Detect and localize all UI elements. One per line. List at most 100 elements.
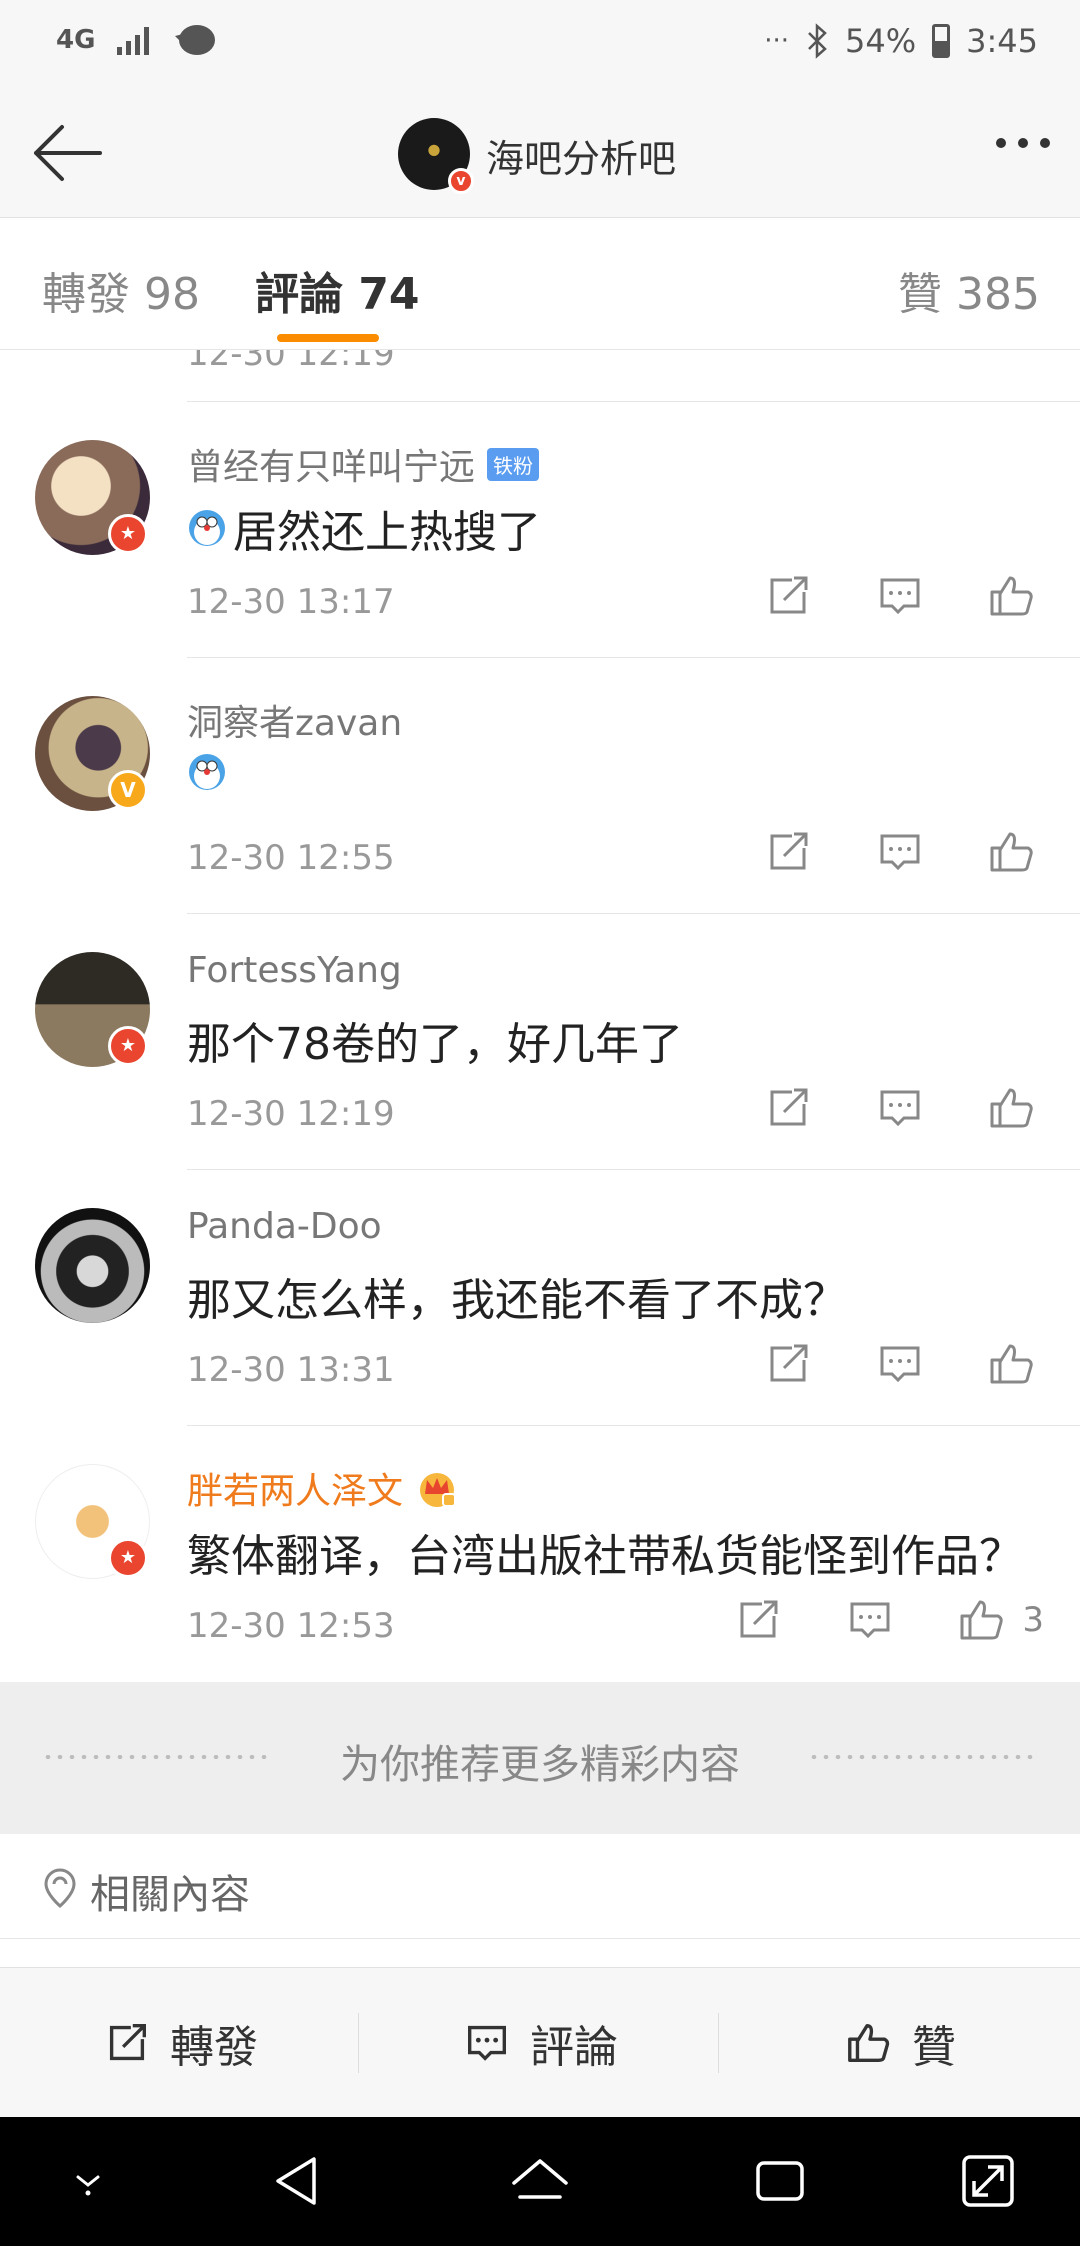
comment-actions bbox=[680, 826, 1080, 886]
comment-time: 12-30 12:19 bbox=[187, 350, 395, 374]
comment-time: 12-30 13:31 bbox=[187, 1350, 395, 1390]
list-item-partial: 12-30 12:19 bbox=[187, 350, 1080, 402]
back-triangle-icon[interactable] bbox=[264, 2145, 336, 2217]
comment-username[interactable]: FortessYang bbox=[187, 950, 402, 991]
comment-username[interactable]: 胖若两人泽文 bbox=[187, 1462, 459, 1514]
comment-item[interactable]: V 洞察者zavan 12-30 12:55 bbox=[0, 658, 1080, 914]
username-text[interactable]: 洞察者zavan bbox=[187, 694, 402, 746]
comment-item[interactable]: ★ 曾经有只咩叫宁远 铁粉 居然还上热搜了 12-30 13:17 bbox=[0, 402, 1080, 658]
home-icon[interactable] bbox=[504, 2145, 576, 2217]
bluetooth-icon bbox=[808, 23, 827, 59]
username-text[interactable]: 曾经有只咩叫宁远 bbox=[187, 438, 475, 490]
comment-actions: 3 bbox=[680, 1594, 1080, 1654]
reply-icon[interactable] bbox=[874, 826, 926, 878]
verified-badge-icon: ★ bbox=[108, 514, 148, 554]
repost-button[interactable]: 轉發 bbox=[0, 1968, 360, 2118]
repost-icon[interactable] bbox=[762, 826, 814, 878]
like-icon[interactable] bbox=[986, 826, 1038, 878]
notification-bird-icon bbox=[175, 25, 216, 55]
fan-badge: 铁粉 bbox=[487, 447, 540, 481]
related-content-row[interactable]: 相關內容 bbox=[0, 1834, 1080, 1939]
comment-time: 12-30 13:17 bbox=[187, 582, 395, 622]
system-nav-bar bbox=[0, 2117, 1080, 2246]
comment-content bbox=[187, 752, 227, 792]
like-label: 贊 bbox=[912, 2022, 956, 2073]
account-avatar[interactable]: v bbox=[398, 118, 474, 194]
comment-username[interactable]: Panda-Doo bbox=[187, 1206, 382, 1247]
verified-badge-icon: ★ bbox=[108, 1538, 148, 1578]
comment-text: 居然还上热搜了 bbox=[233, 507, 541, 558]
active-tab-indicator bbox=[277, 334, 379, 342]
doraemon-emoji-icon bbox=[189, 754, 225, 790]
comment-text: 繁体翻译，台湾出版社带私货能怪到作品？ bbox=[187, 1531, 1023, 1582]
verified-badge-icon: V bbox=[108, 770, 148, 810]
more-options-icon[interactable] bbox=[996, 138, 1050, 148]
network-type: 4G bbox=[56, 25, 96, 55]
divider bbox=[718, 2013, 719, 2073]
repost-icon bbox=[109, 2024, 146, 2061]
battery-icon bbox=[932, 24, 951, 58]
comment-content: 繁体翻译，台湾出版社带私货能怪到作品？ bbox=[187, 1520, 1023, 1584]
avatar[interactable] bbox=[35, 1208, 150, 1323]
back-arrow-icon[interactable] bbox=[28, 118, 108, 188]
status-bar: 4G ··· 54% 3:45 bbox=[0, 0, 1080, 88]
comment-time: 12-30 12:19 bbox=[187, 1094, 395, 1134]
comment-actions bbox=[680, 1338, 1080, 1398]
reply-icon[interactable] bbox=[874, 570, 926, 622]
like-count: 3 bbox=[1022, 1600, 1044, 1640]
comment-content: 那个78卷的了，好几年了 bbox=[187, 1008, 683, 1072]
username-text[interactable]: 胖若两人泽文 bbox=[187, 1462, 403, 1514]
comment-list: 12-30 12:19 ★ 曾经有只咩叫宁远 铁粉 居然还上热搜了 12-30 … bbox=[0, 350, 1080, 1676]
comment-item[interactable]: ★ FortessYang 那个78卷的了，好几年了 12-30 12:19 bbox=[0, 914, 1080, 1170]
like-icon[interactable] bbox=[956, 1594, 1008, 1646]
top-nav-bar: v 海吧分析吧 bbox=[0, 88, 1080, 218]
comment-time: 12-30 12:53 bbox=[187, 1606, 395, 1646]
crown-vip-icon bbox=[420, 1473, 457, 1507]
reply-icon[interactable] bbox=[874, 1082, 926, 1134]
recommend-text: 为你推荐更多精彩内容 bbox=[340, 1742, 740, 1788]
recent-apps-icon[interactable] bbox=[744, 2145, 816, 2217]
hide-keyboard-icon[interactable] bbox=[52, 2145, 124, 2217]
signal-icon bbox=[117, 25, 150, 55]
like-icon bbox=[848, 2024, 890, 2062]
like-icon[interactable] bbox=[986, 1338, 1038, 1390]
expand-screen-icon[interactable] bbox=[952, 2145, 1024, 2217]
doraemon-emoji-icon bbox=[189, 510, 225, 546]
comment-item[interactable]: Panda-Doo 那又怎么样，我还能不看了不成？ 12-30 13:31 bbox=[0, 1170, 1080, 1426]
comment-content: 那又怎么样，我还能不看了不成？ bbox=[187, 1264, 847, 1328]
recommend-banner[interactable]: 为你推荐更多精彩内容 bbox=[0, 1682, 1080, 1834]
like-icon[interactable] bbox=[986, 570, 1038, 622]
tab-comments[interactable]: 評論 74 bbox=[255, 258, 420, 322]
repost-icon[interactable] bbox=[762, 1338, 814, 1390]
repost-icon[interactable] bbox=[762, 570, 814, 622]
verified-badge-icon: v bbox=[448, 168, 474, 194]
clock: 3:45 bbox=[966, 22, 1038, 60]
reply-icon[interactable] bbox=[874, 1338, 926, 1390]
location-pin-icon bbox=[44, 1868, 76, 1908]
comment-username[interactable]: 洞察者zavan bbox=[187, 694, 402, 746]
comment-username[interactable]: 曾经有只咩叫宁远 铁粉 bbox=[187, 438, 540, 490]
divider bbox=[358, 2013, 359, 2073]
username-text[interactable]: Panda-Doo bbox=[187, 1206, 382, 1247]
verified-badge-icon: ★ bbox=[108, 1026, 148, 1066]
username-text[interactable]: FortessYang bbox=[187, 950, 402, 991]
tab-likes[interactable]: 贊 385 bbox=[898, 258, 1040, 322]
like-button[interactable]: 贊 bbox=[720, 1968, 1080, 2118]
repost-icon[interactable] bbox=[762, 1082, 814, 1134]
overflow-dots: ··· bbox=[764, 26, 790, 56]
tab-repost[interactable]: 轉發 98 bbox=[42, 258, 200, 322]
comment-text: 那个78卷的了，好几年了 bbox=[187, 1019, 683, 1070]
bottom-action-bar: 轉發 評論 贊 bbox=[0, 1967, 1080, 2117]
comment-item[interactable]: ★ 胖若两人泽文 繁体翻译，台湾出版社带私货能怪到作品？ 12-30 12:53… bbox=[0, 1426, 1080, 1676]
comment-icon bbox=[468, 2025, 506, 2061]
repost-icon[interactable] bbox=[732, 1594, 784, 1646]
reply-icon[interactable] bbox=[844, 1594, 896, 1646]
like-icon[interactable] bbox=[986, 1082, 1038, 1134]
comment-label: 評論 bbox=[530, 2022, 618, 2073]
page-title[interactable]: 海吧分析吧 bbox=[486, 128, 676, 183]
comment-actions bbox=[680, 570, 1080, 630]
comment-content: 居然还上热搜了 bbox=[187, 496, 541, 560]
related-content-label: 相關內容 bbox=[90, 1872, 250, 1918]
battery-percent: 54% bbox=[845, 22, 917, 60]
comment-button[interactable]: 評論 bbox=[360, 1968, 720, 2118]
